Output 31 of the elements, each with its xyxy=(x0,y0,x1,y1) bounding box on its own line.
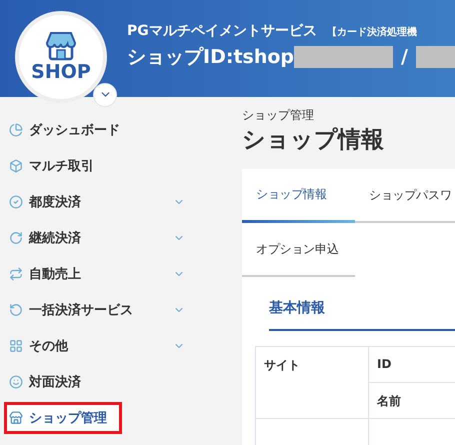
sidebar-item[interactable]: 対面決済 xyxy=(4,366,204,398)
table-cell: ID xyxy=(368,346,455,382)
sidebar-item[interactable]: ダッシュボード xyxy=(4,114,204,146)
sidebar-item[interactable]: 都度決済 xyxy=(4,186,204,218)
page-title: ショップ情報 xyxy=(242,126,385,155)
sidebar-item[interactable]: マルチ取引 xyxy=(4,150,204,182)
store-icon xyxy=(44,31,78,61)
rotate-icon xyxy=(9,231,23,245)
pie-chart-icon xyxy=(9,123,23,137)
check-circle-icon xyxy=(9,195,23,209)
section-title: 基本情報 xyxy=(269,299,455,331)
table-cell: サイト xyxy=(256,346,368,418)
sidebar-item[interactable]: 自動売上 xyxy=(4,258,204,290)
smile-icon xyxy=(9,375,23,389)
sidebar-item[interactable]: その他 xyxy=(4,330,204,362)
store-icon xyxy=(9,411,23,425)
separator: / xyxy=(401,46,408,68)
shop-id: ショップID:tshop xyxy=(127,44,294,70)
service-name: PGマルチペイメントサービス xyxy=(127,22,317,40)
grid-icon xyxy=(9,339,23,353)
service-note: 【カード決済処理機 xyxy=(326,25,417,38)
cube-icon xyxy=(9,159,23,173)
sidebar-item[interactable]: 継続決済 xyxy=(4,222,204,254)
sidebar-item[interactable]: ショップ管理 xyxy=(4,402,122,434)
undo-icon xyxy=(9,303,23,317)
sidebar-item[interactable]: 一括決済サービス xyxy=(4,294,204,326)
shop-logo[interactable]: SHOP xyxy=(15,10,107,102)
breadcrumb: ショップ管理 xyxy=(242,107,315,124)
tab[interactable]: ショップ情報 xyxy=(242,169,355,223)
dropdown-button[interactable] xyxy=(93,82,117,106)
repeat-icon xyxy=(9,267,23,281)
